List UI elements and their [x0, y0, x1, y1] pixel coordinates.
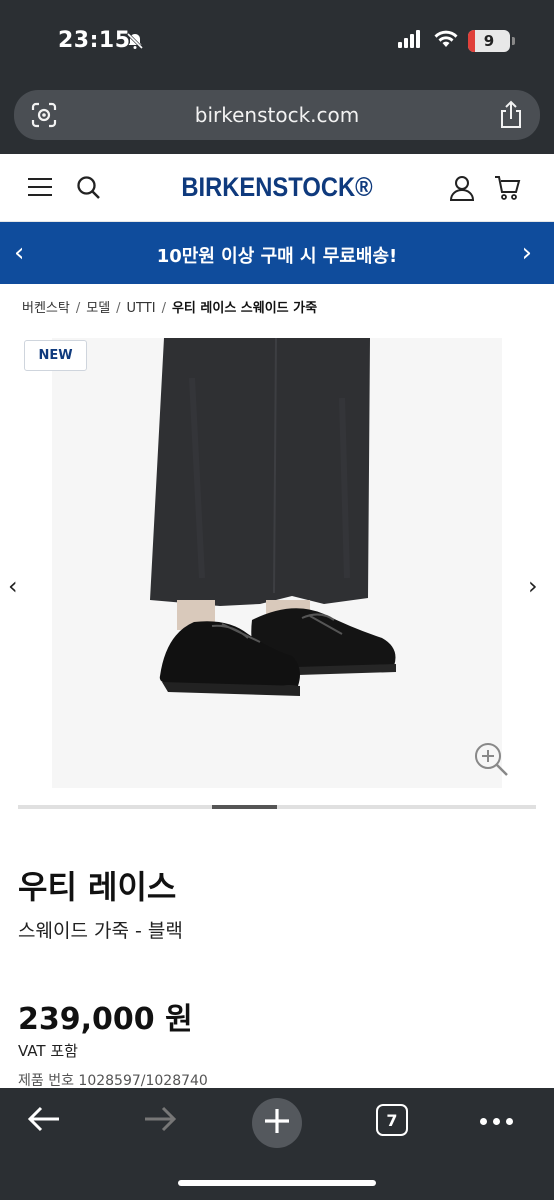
more-icon[interactable]	[480, 1118, 513, 1125]
url-text[interactable]: birkenstock.com	[14, 103, 540, 127]
cart-icon[interactable]	[494, 174, 522, 206]
gallery-progress-fill	[212, 805, 277, 809]
home-indicator	[178, 1180, 376, 1186]
gallery-next-button[interactable]: ›	[528, 572, 538, 600]
signal-icon	[398, 30, 424, 52]
breadcrumb-item[interactable]: UTTI	[127, 301, 156, 316]
account-icon[interactable]	[448, 174, 476, 206]
product-sku: 제품 번호 1028597/1028740	[18, 1073, 208, 1089]
status-bar: 23:15 9	[0, 0, 554, 82]
battery-indicator: 9	[468, 30, 515, 52]
new-badge: NEW	[24, 340, 87, 371]
status-time: 23:15	[58, 28, 131, 53]
plus-icon	[263, 1107, 291, 1139]
promo-next-button[interactable]: ›	[522, 238, 532, 268]
address-bar[interactable]: birkenstock.com	[14, 90, 540, 140]
gallery-prev-button[interactable]: ‹	[8, 572, 18, 600]
breadcrumb: 버켄스탁 / 모델 / UTTI / 우티 레이스 스웨이드 가죽	[22, 301, 318, 316]
promo-text: 10만원 이상 구매 시 무료배송!	[156, 246, 398, 267]
breadcrumb-item[interactable]: 버켄스탁	[22, 301, 70, 316]
gallery-progress	[18, 805, 536, 809]
product-image[interactable]	[52, 338, 502, 788]
bell-muted-icon	[126, 32, 144, 54]
vat-note: VAT 포함	[18, 1042, 78, 1060]
new-tab-button[interactable]	[252, 1098, 302, 1148]
product-price: 239,000 원	[18, 1002, 193, 1037]
product-title: 우티 레이스	[18, 868, 177, 906]
product-subtitle: 스웨이드 가죽 - 블랙	[18, 920, 183, 942]
promo-banner: ‹ 10만원 이상 구매 시 무료배송! ›	[0, 222, 554, 284]
site-header: BIRKENSTOCK®	[0, 154, 554, 222]
breadcrumb-item[interactable]: 모델	[86, 301, 110, 316]
wifi-icon	[434, 30, 458, 52]
breadcrumb-current: 우티 레이스 스웨이드 가죽	[171, 301, 318, 316]
forward-arrow-icon[interactable]	[142, 1104, 178, 1138]
zoom-icon[interactable]	[472, 740, 510, 782]
back-arrow-icon[interactable]	[26, 1104, 62, 1138]
tabs-button[interactable]: 7	[376, 1104, 408, 1136]
browser-toolbar: birkenstock.com	[0, 82, 554, 154]
share-icon[interactable]	[498, 100, 524, 134]
